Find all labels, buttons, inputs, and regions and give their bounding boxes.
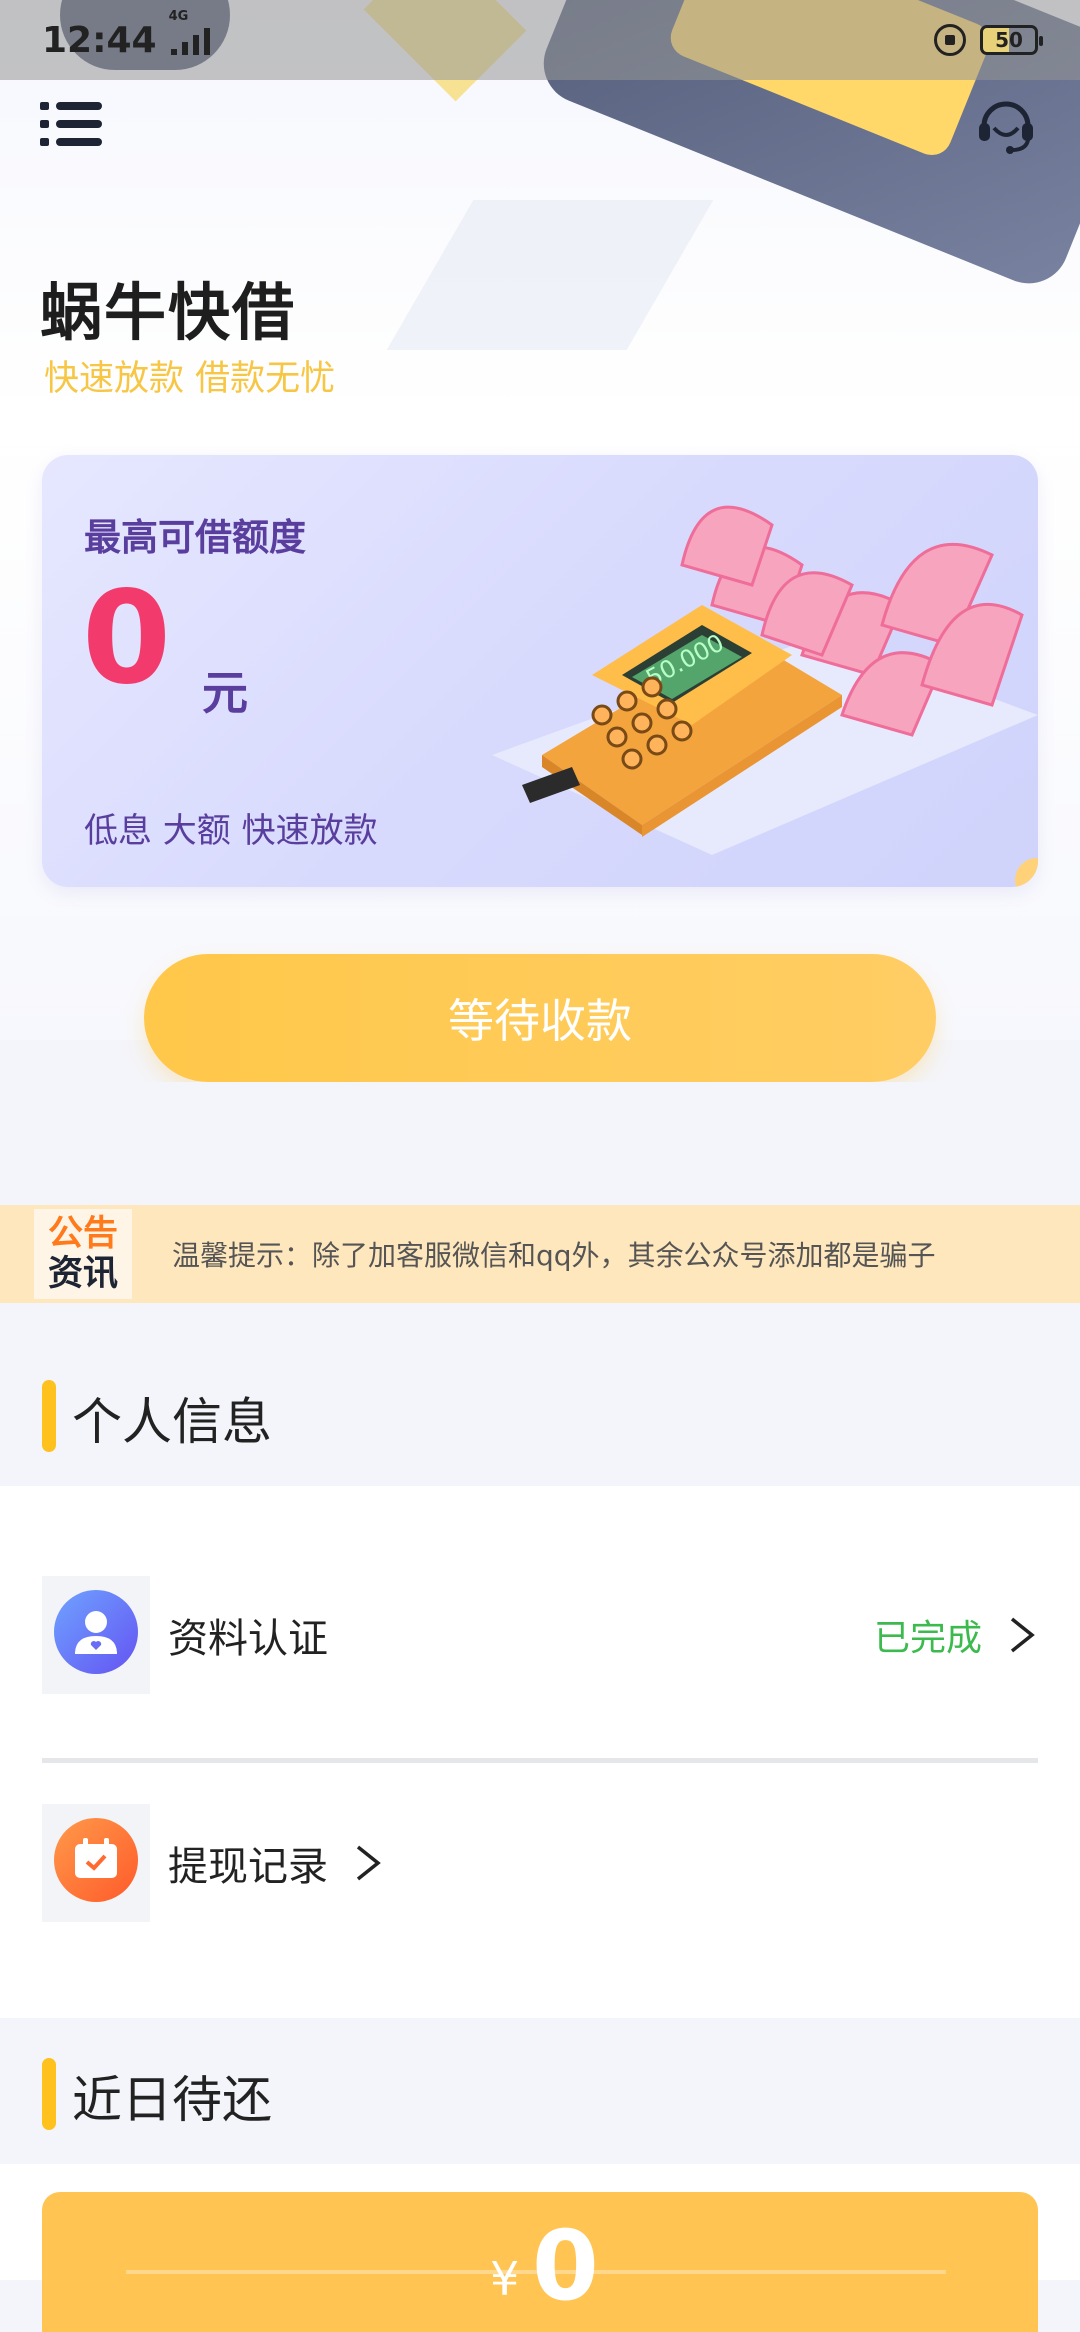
battery-icon: 50 [980,25,1043,55]
credit-card-subtitle: 低息 大额 快速放款 [84,811,378,851]
repay-amount: 0 [532,2210,599,2322]
repay-card[interactable]: ¥ 0 [42,2192,1038,2332]
chevron-right-icon [356,1845,381,1881]
section-title-personal: 个人信息 [72,1393,272,1451]
credit-limit-unit: 元 [202,666,248,720]
section-accent-bar [42,1380,56,1452]
app-slogan: 快速放款 借款无忧 [44,359,336,399]
customer-service-icon[interactable] [974,92,1038,156]
calendar-icon [42,1804,150,1922]
list-item-label: 提现记录 [168,1844,328,1890]
app-title: 蜗牛快借 [40,276,297,349]
menu-icon[interactable] [40,100,102,148]
credit-limit-label: 最高可借额度 [84,516,306,559]
hero-decoration [386,200,714,350]
signal-icon: 4G [169,9,210,55]
list-item-withdraw-records[interactable]: 提现记录 [42,1804,1038,1922]
chevron-right-icon [1010,1617,1035,1653]
status-bar: 12:44 4G 50 [0,0,1080,80]
section-header-personal: 个人信息 [0,1340,1080,1486]
verification-status: 已完成 [873,1618,982,1659]
notice-badge-line2: 资讯 [47,1254,118,1294]
spacer-strip [0,1082,1080,1170]
network-type: 4G [168,9,189,24]
section-accent-bar [42,2058,56,2130]
credit-limit-card: 最高可借额度 0 元 低息 大额 快速放款 50.000 [42,455,1038,887]
notice-badge-line1: 公告 [47,1214,118,1254]
credit-limit-amount: 0 [82,564,172,713]
notice-bar[interactable]: 公告 资讯 温馨提示：除了加客服微信和qq外，其余公众号添加都是骗子 [0,1205,1080,1303]
receive-button[interactable]: 等待收款 [144,954,936,1082]
battery-level: 50 [995,28,1023,52]
profile-verification-icon [42,1576,150,1694]
rotation-lock-icon [934,24,966,56]
notice-badge-icon: 公告 资讯 [34,1209,132,1299]
personal-info-list: 资料认证 已完成 提现记录 [0,1486,1080,2018]
divider [42,1758,1038,1763]
status-time: 12:44 [42,19,157,61]
repay-currency: ¥ [490,2252,520,2306]
section-header-recent: 近日待还 [0,2018,1080,2164]
list-item-label: 资料认证 [168,1616,328,1662]
section-title-recent: 近日待还 [72,2071,272,2129]
list-item-verification[interactable]: 资料认证 已完成 [42,1576,1038,1694]
pos-terminal-illustration: 50.000 [322,455,1038,887]
notice-text: 温馨提示：除了加客服微信和qq外，其余公众号添加都是骗子 [172,1239,936,1272]
